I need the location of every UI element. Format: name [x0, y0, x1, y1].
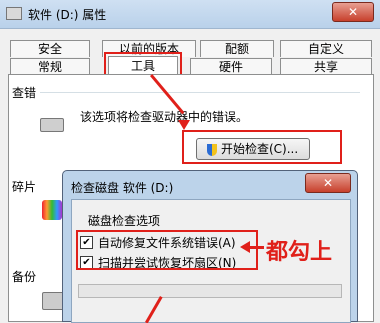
- options-highlight: [76, 230, 258, 270]
- disk-icon: [40, 118, 64, 132]
- tab-hardware[interactable]: 硬件: [190, 58, 272, 75]
- drive-icon: [6, 7, 22, 20]
- progress-bar: [78, 284, 342, 298]
- error-check-description: 该选项将检查驱动器中的错误。: [80, 110, 249, 124]
- dialog-title: 检查磁盘 软件 (D:): [71, 181, 174, 195]
- options-group-label: 磁盘检查选项: [88, 214, 161, 228]
- window-title: 软件 (D:) 属性: [28, 8, 107, 22]
- annotation-arrow-line: [248, 246, 264, 249]
- backup-label: 备份: [12, 270, 37, 284]
- start-check-highlight: [182, 130, 342, 164]
- backup-icon: [42, 292, 64, 310]
- close-button[interactable]: ✕: [332, 2, 374, 22]
- arrow-head: [178, 120, 190, 130]
- section-divider: [40, 92, 360, 93]
- tab-quota[interactable]: 配额: [200, 40, 274, 57]
- annotation-arrow-head: [240, 241, 250, 253]
- tab-general[interactable]: 常规: [10, 58, 90, 75]
- title-bar: 软件 (D:) 属性 ✕: [0, 0, 380, 29]
- dialog-close-button[interactable]: ✕: [305, 173, 351, 193]
- annotation-text: 都勾上: [266, 240, 333, 265]
- defrag-icon: [42, 200, 62, 220]
- error-check-label: 查错: [12, 86, 37, 100]
- tab-customize[interactable]: 自定义: [280, 40, 372, 57]
- tab-sharing[interactable]: 共享: [280, 58, 372, 75]
- tab-security[interactable]: 安全: [10, 40, 90, 57]
- defrag-label: 碎片: [12, 180, 37, 194]
